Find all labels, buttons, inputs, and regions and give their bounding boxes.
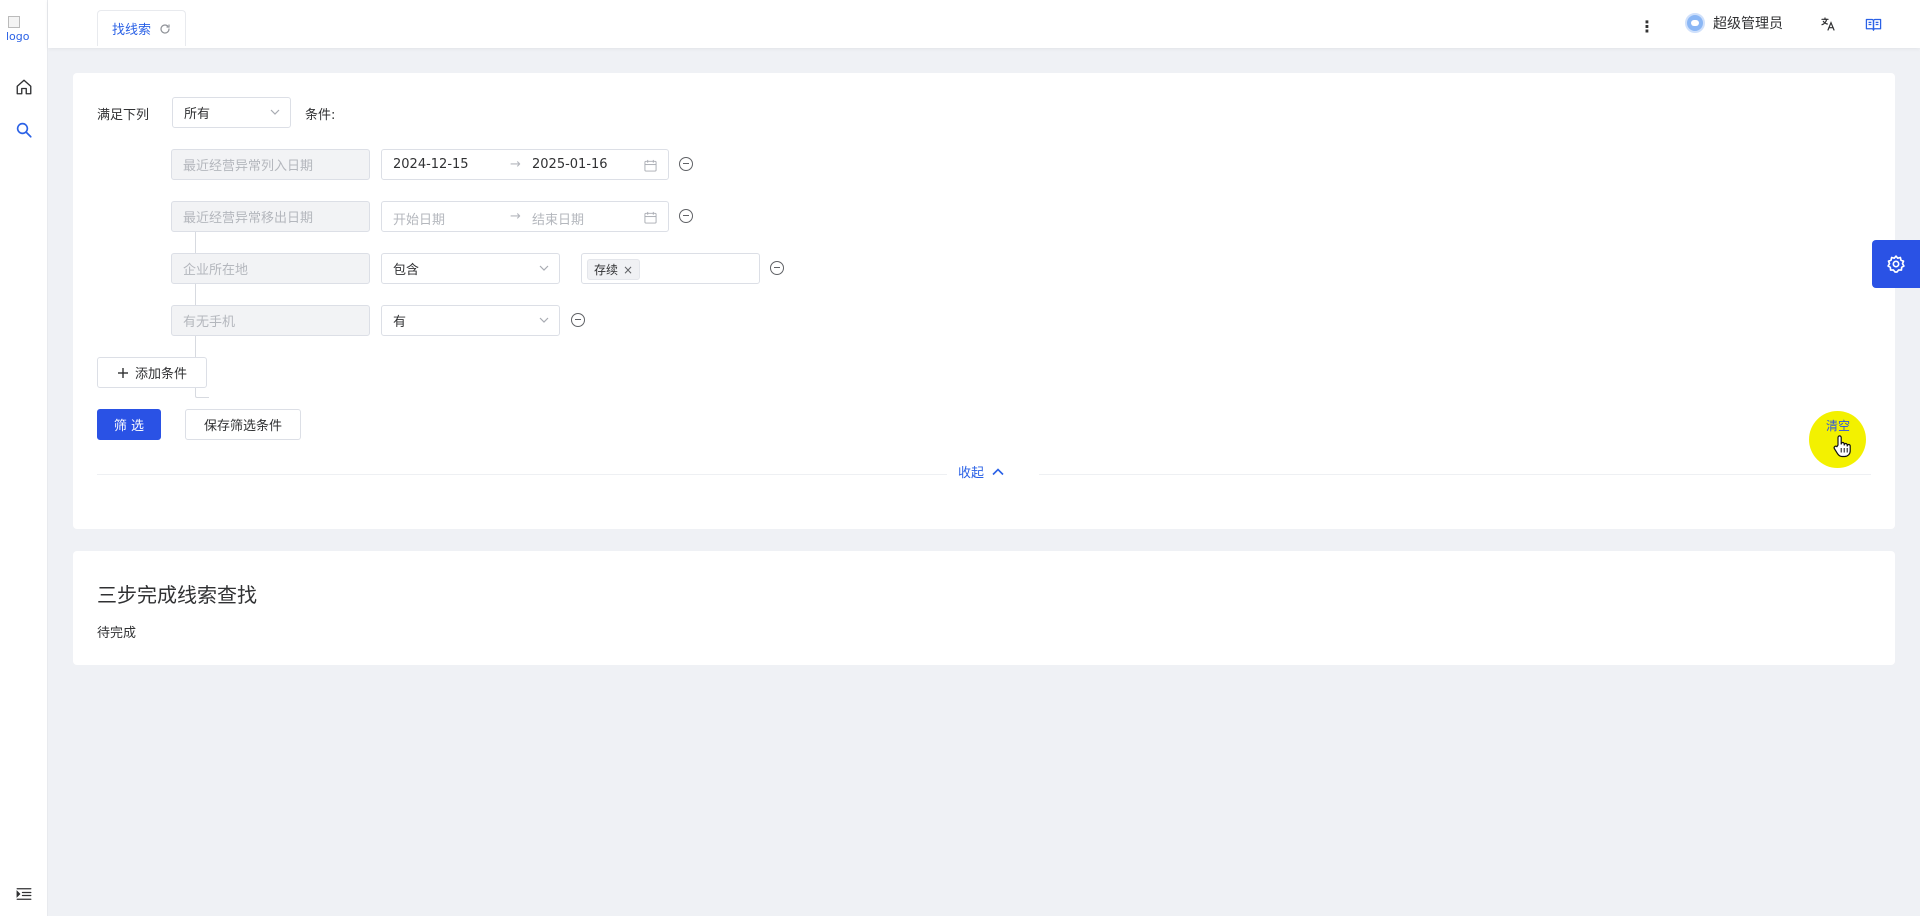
remove-condition-1-icon[interactable] (679, 157, 693, 171)
add-condition-label: 添加条件 (134, 367, 187, 382)
filter-button[interactable]: 筛 选 (97, 409, 161, 440)
condition-field-1: 最近经营异常列入日期 (171, 149, 370, 180)
save-filter-button[interactable]: 保存筛选条件 (185, 409, 301, 440)
remove-condition-3-icon[interactable] (770, 261, 784, 275)
collapse-toggle[interactable]: 收起 (958, 462, 1004, 481)
remove-condition-2-icon[interactable] (679, 209, 693, 223)
filter-panel: 满足下列 所有 条件: 最近经营异常列入日期 2024-12-15 → 2025… (73, 73, 1895, 529)
steps-title: 三步完成线索查找 (97, 583, 257, 607)
tab-label: 找线索 (112, 23, 152, 38)
clear-link[interactable]: 清空 (1826, 417, 1850, 434)
chevron-down-icon (270, 109, 280, 115)
logo-alt-text: logo (6, 30, 30, 43)
date-range-picker-2[interactable]: 开始日期 → 结束日期 (381, 201, 669, 232)
range-start-placeholder: 开始日期 (393, 213, 446, 228)
range-arrow: → (510, 157, 521, 172)
range-arrow: → (510, 209, 521, 224)
condition-field-4: 有无手机 (171, 305, 370, 336)
book-icon[interactable] (1863, 14, 1883, 34)
tag-close-icon[interactable]: × (623, 263, 633, 277)
menu-indent-icon (16, 888, 32, 900)
refresh-icon[interactable] (159, 23, 171, 35)
steps-status: 待完成 (97, 626, 137, 641)
sidebar-item-search[interactable] (13, 119, 35, 141)
translate-icon[interactable] (1818, 14, 1838, 34)
remove-condition-4-icon[interactable] (571, 313, 585, 327)
search-icon (16, 122, 32, 138)
value-tag-input-3[interactable]: 存续 × (581, 253, 760, 284)
avatar (1685, 13, 1705, 33)
chevron-up-icon (992, 467, 1004, 475)
condition-field-label: 有无手机 (183, 315, 236, 330)
condition-field-label: 最近经营异常列入日期 (183, 159, 314, 174)
add-condition-button[interactable]: 添加条件 (97, 357, 207, 388)
operator-select-3[interactable]: 包含 (381, 253, 560, 284)
user-menu[interactable]: 超级管理员 (1685, 13, 1783, 33)
range-end-value: 2025-01-16 (532, 157, 608, 172)
user-name: 超级管理员 (1713, 16, 1783, 32)
gear-icon (1887, 255, 1905, 273)
sidebar-collapse-toggle[interactable] (13, 883, 35, 905)
match-mode-select[interactable]: 所有 (172, 97, 291, 128)
operator-value: 有 (393, 315, 407, 330)
range-end-placeholder: 结束日期 (532, 213, 585, 228)
chevron-down-icon (539, 317, 549, 323)
calendar-icon (644, 211, 657, 224)
match-mode-value: 所有 (184, 107, 211, 122)
condition-field-label: 企业所在地 (183, 263, 249, 278)
settings-button[interactable] (1872, 240, 1920, 288)
date-range-picker-1[interactable]: 2024-12-15 → 2025-01-16 (381, 149, 669, 180)
tag-label: 存续 (594, 263, 619, 277)
divider-left (97, 474, 947, 475)
chevron-down-icon (539, 265, 549, 271)
value-tag: 存续 × (587, 259, 641, 280)
plus-icon (117, 367, 128, 378)
match-suffix-label: 条件: (305, 108, 336, 123)
hand-pointer-icon (1833, 435, 1851, 458)
collapse-label: 收起 (958, 466, 985, 481)
condition-field-3: 企业所在地 (171, 253, 370, 284)
broken-image-icon (8, 16, 20, 28)
range-start-value: 2024-12-15 (393, 157, 469, 172)
condition-field-2: 最近经营异常移出日期 (171, 201, 370, 232)
divider-right (1039, 474, 1871, 475)
tab-find-leads[interactable]: 找线索 (97, 10, 187, 46)
condition-field-label: 最近经营异常移出日期 (183, 211, 314, 226)
match-prefix-label: 满足下列 (97, 108, 150, 123)
home-icon (16, 79, 32, 95)
operator-value: 包含 (393, 263, 420, 278)
logo[interactable]: logo (6, 16, 40, 50)
more-vertical-icon[interactable]: ⋮ (1639, 16, 1655, 36)
calendar-icon (644, 159, 657, 172)
top-header: 找线索 ⋮ 超级管理员 (48, 0, 1920, 48)
operator-select-4[interactable]: 有 (381, 305, 560, 336)
sidebar: logo (0, 0, 48, 916)
steps-panel: 三步完成线索查找 待完成 (73, 551, 1895, 665)
sidebar-item-home[interactable] (13, 76, 35, 98)
